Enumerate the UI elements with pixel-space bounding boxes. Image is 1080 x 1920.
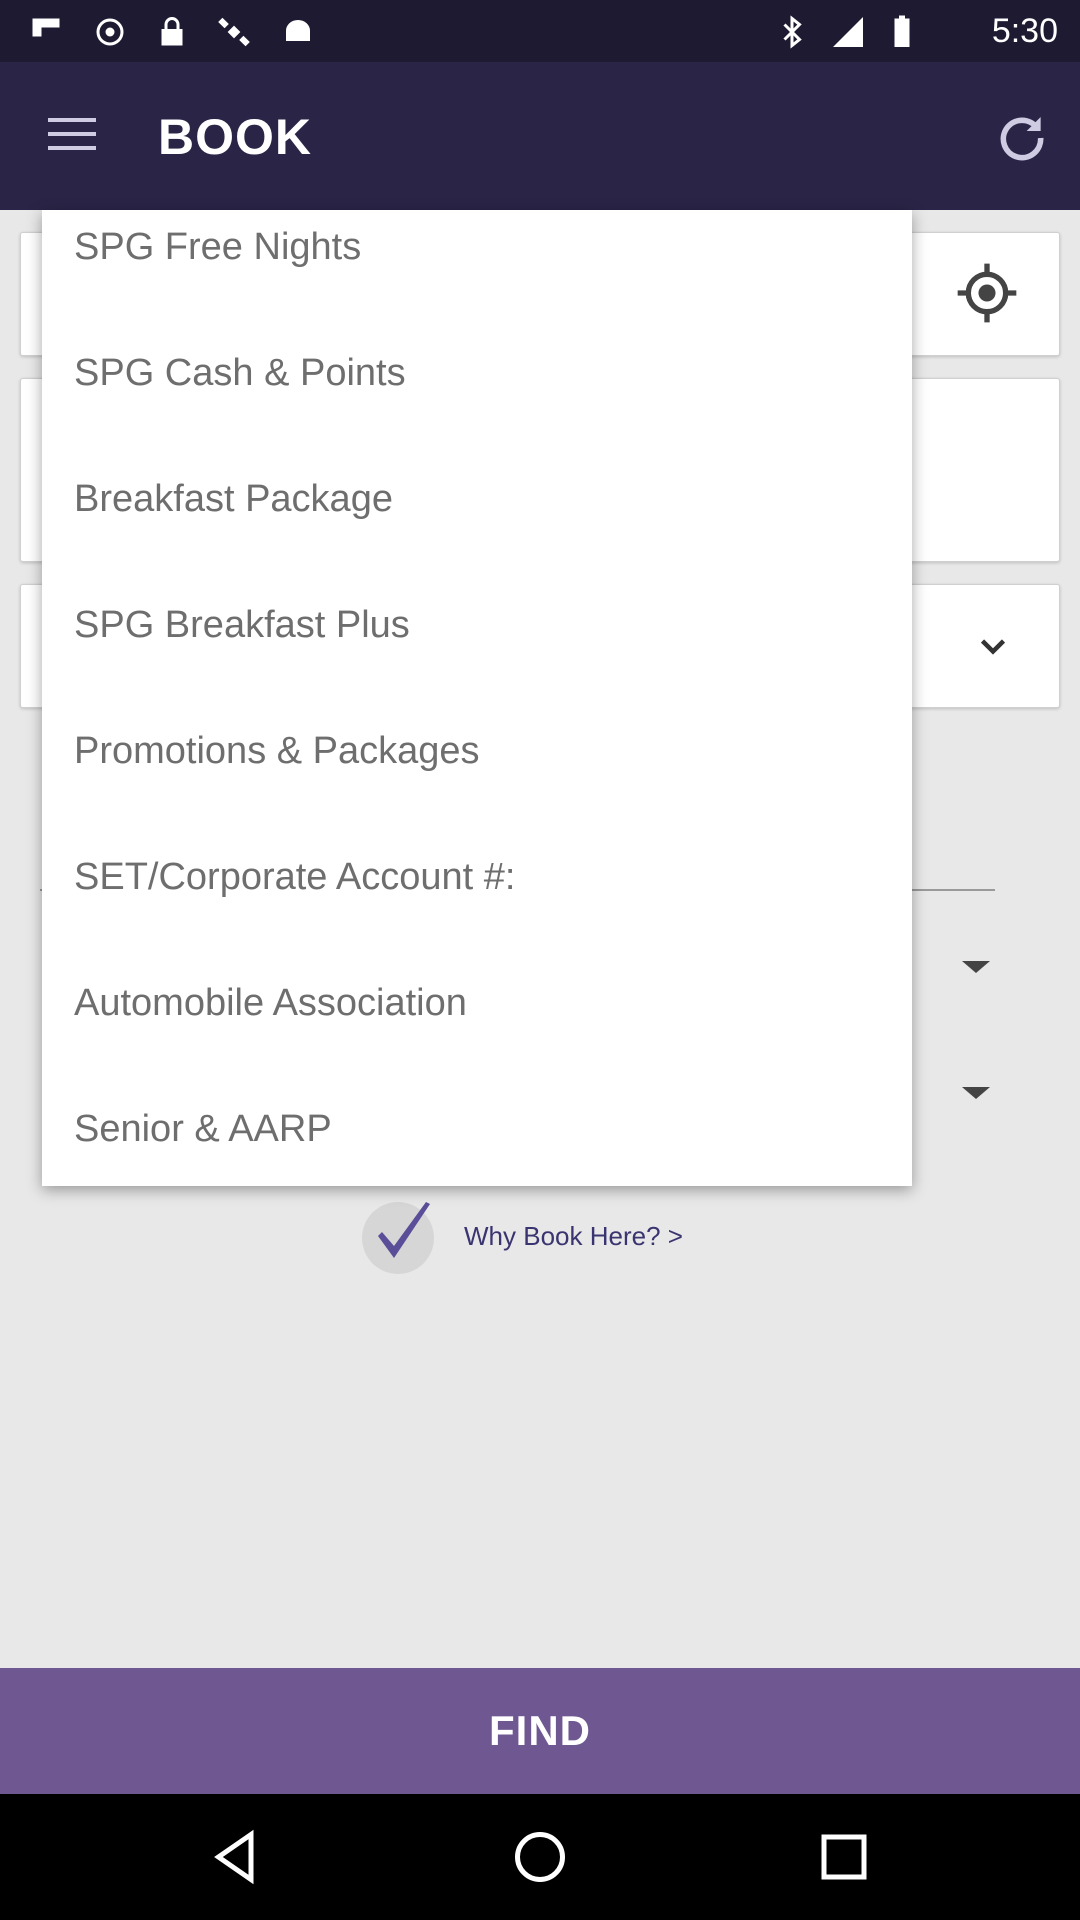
dropdown-item[interactable]: Senior & AARP [42, 1092, 912, 1186]
flipboard-icon [32, 18, 60, 37]
status-bar: 5:30 [0, 0, 1080, 62]
dropdown-item[interactable]: Automobile Association [42, 966, 912, 1092]
rate-type-dropdown: SPG Free Nights SPG Cash & Points Breakf… [42, 210, 912, 1186]
dropdown-item[interactable]: Breakfast Package [42, 462, 912, 588]
back-icon[interactable] [206, 1827, 266, 1887]
dropdown-item[interactable]: Promotions & Packages [42, 714, 912, 840]
dropdown-item[interactable]: SPG Breakfast Plus [42, 588, 912, 714]
dropdown-item[interactable]: SET/Corporate Account #: [42, 840, 912, 966]
why-book-link[interactable]: Why Book Here? > [360, 1196, 683, 1276]
dropdown-item[interactable]: SPG Free Nights [42, 210, 912, 336]
chevron-down-icon[interactable] [973, 629, 1013, 665]
menu-icon[interactable] [44, 114, 100, 158]
satellite-icon [218, 17, 250, 47]
recents-icon[interactable] [814, 1827, 874, 1887]
bluetooth-icon [783, 15, 802, 49]
home-icon[interactable] [510, 1827, 570, 1887]
caret-down-icon[interactable] [962, 1087, 990, 1099]
page-title: BOOK [158, 109, 312, 165]
find-button[interactable]: FIND [0, 1668, 1080, 1794]
sync-icon [96, 18, 124, 46]
check-icon [362, 1202, 434, 1274]
locate-icon[interactable] [955, 261, 1019, 325]
caret-down-icon[interactable] [962, 961, 990, 973]
android-icon [286, 20, 310, 41]
dropdown-item[interactable]: SPG Cash & Points [42, 336, 912, 462]
refresh-icon[interactable] [994, 110, 1050, 166]
signal-icon [833, 17, 863, 47]
status-time: 5:30 [991, 12, 1058, 50]
app-bar: BOOK [0, 62, 1080, 210]
lock-icon [161, 17, 183, 46]
navigation-bar [0, 1794, 1080, 1920]
battery-icon [894, 15, 910, 47]
why-book-label: Why Book Here? > [464, 1220, 683, 1251]
